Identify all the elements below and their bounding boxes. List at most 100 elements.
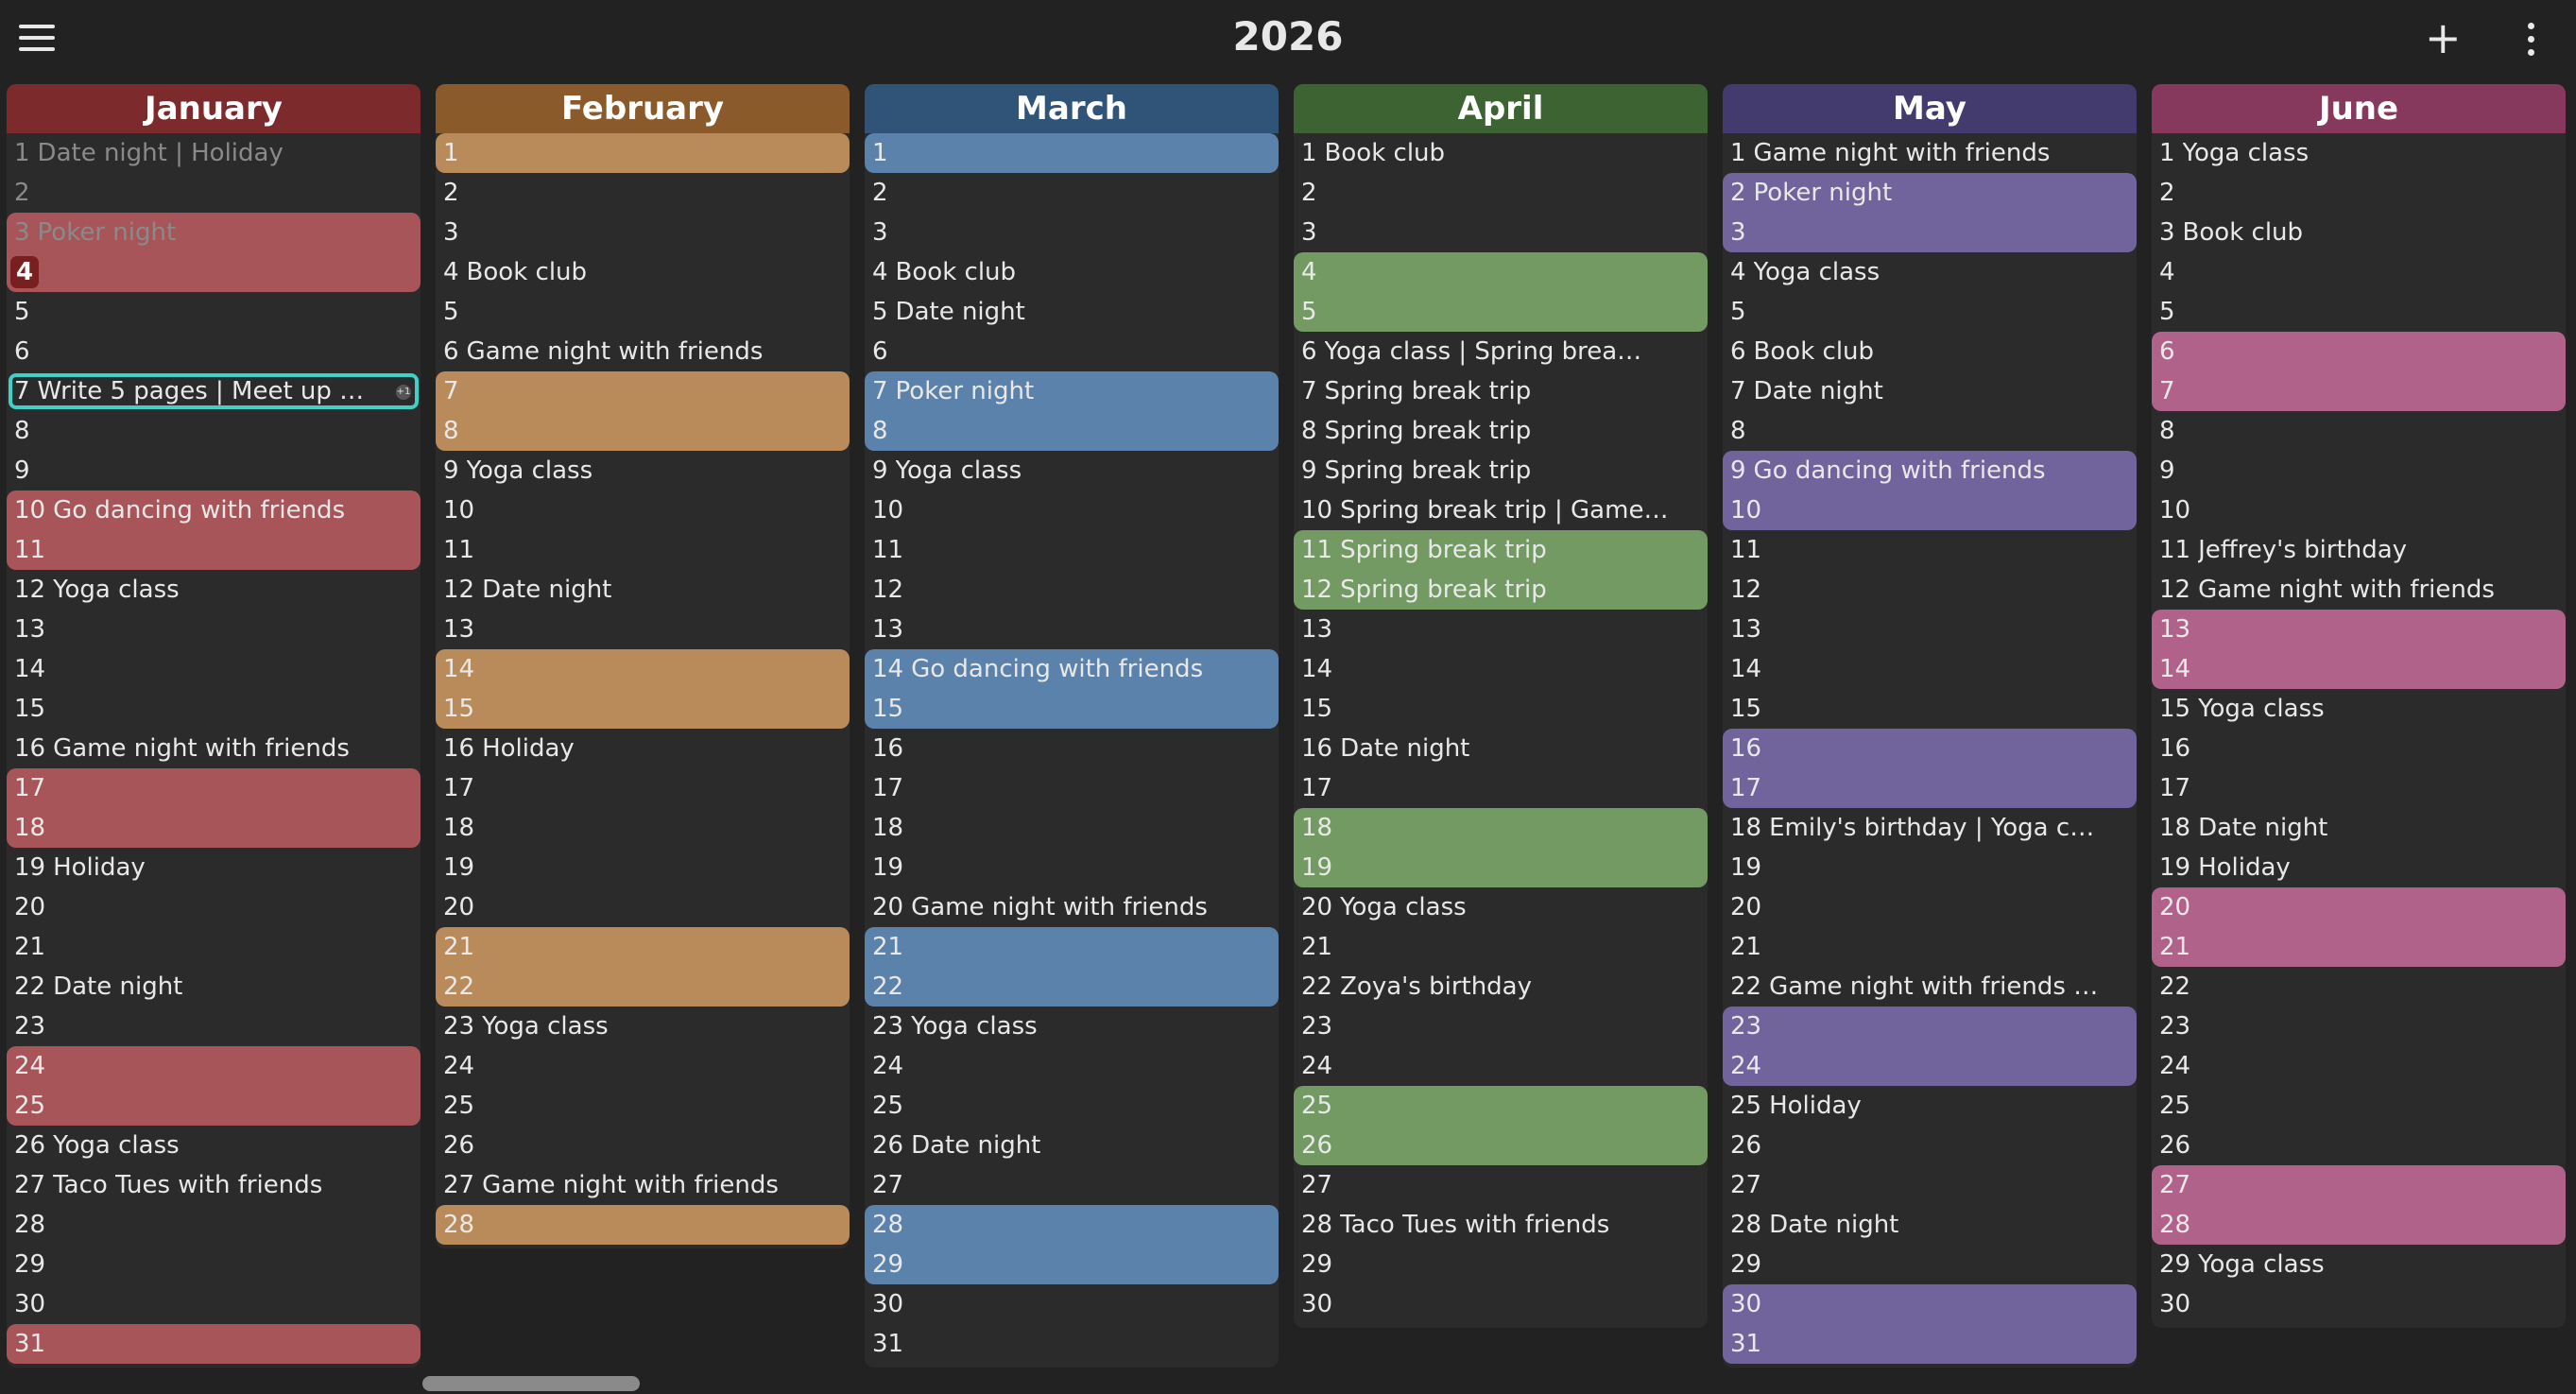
day-row[interactable]: 18: [7, 808, 421, 848]
day-row[interactable]: 30: [865, 1284, 1279, 1324]
day-row[interactable]: 25: [7, 1086, 421, 1126]
day-row[interactable]: 3: [1294, 213, 1708, 252]
day-row[interactable]: 25: [2152, 1086, 2566, 1126]
day-row[interactable]: 11: [865, 530, 1279, 570]
day-row[interactable]: 13: [1294, 610, 1708, 649]
day-row[interactable]: 24: [865, 1046, 1279, 1086]
day-row[interactable]: 21: [865, 927, 1279, 967]
day-row[interactable]: 15: [1723, 689, 2137, 729]
day-row[interactable]: 9 Spring break trip: [1294, 451, 1708, 490]
day-row[interactable]: 9: [2152, 451, 2566, 490]
day-row[interactable]: 5: [436, 292, 850, 332]
day-row[interactable]: 23: [7, 1007, 421, 1046]
day-row[interactable]: 19 Holiday: [2152, 848, 2566, 887]
day-row[interactable]: 20 Yoga class: [1294, 887, 1708, 927]
day-row[interactable]: 16 Holiday: [436, 729, 850, 768]
day-row[interactable]: 13: [865, 610, 1279, 649]
day-row[interactable]: 26: [436, 1126, 850, 1165]
day-row[interactable]: 16 Game night with friends: [7, 729, 421, 768]
day-row[interactable]: 15: [1294, 689, 1708, 729]
day-row[interactable]: 13: [2152, 610, 2566, 649]
day-row[interactable]: 26 Yoga class: [7, 1126, 421, 1165]
day-row[interactable]: 3: [436, 213, 850, 252]
day-row[interactable]: 6 Book club: [1723, 332, 2137, 371]
day-row[interactable]: 9 Yoga class: [865, 451, 1279, 490]
day-row[interactable]: 31: [1723, 1324, 2137, 1364]
day-row[interactable]: 4: [2152, 252, 2566, 292]
day-row[interactable]: 28 Taco Tues with friends: [1294, 1205, 1708, 1245]
day-row[interactable]: 8: [865, 411, 1279, 451]
day-row[interactable]: 4: [7, 252, 421, 292]
day-row[interactable]: 12 Game night with friends: [2152, 570, 2566, 610]
day-row[interactable]: 27 Game night with friends: [436, 1165, 850, 1205]
day-row[interactable]: 18 Emily's birthday | Yoga class: [1723, 808, 2137, 848]
day-row[interactable]: 22 Date night: [7, 967, 421, 1007]
day-row[interactable]: 13: [436, 610, 850, 649]
day-row[interactable]: 1 Yoga class: [2152, 133, 2566, 173]
day-row[interactable]: 14: [1723, 649, 2137, 689]
day-row[interactable]: 1: [436, 133, 850, 173]
day-row[interactable]: 21: [2152, 927, 2566, 967]
day-row[interactable]: 18: [436, 808, 850, 848]
day-row[interactable]: 6: [865, 332, 1279, 371]
day-row[interactable]: 26: [1294, 1126, 1708, 1165]
month-header[interactable]: February: [436, 84, 850, 133]
day-row[interactable]: 6 Yoga class | Spring break trip: [1294, 332, 1708, 371]
day-row[interactable]: 8 Spring break trip: [1294, 411, 1708, 451]
day-row[interactable]: 30: [7, 1284, 421, 1324]
day-row[interactable]: 16: [1723, 729, 2137, 768]
day-row[interactable]: 7 Write 5 pages | Meet up wi… +1: [7, 371, 421, 411]
day-row[interactable]: 1 Game night with friends: [1723, 133, 2137, 173]
day-row[interactable]: 1 Date night | Holiday: [7, 133, 421, 173]
day-row[interactable]: 22: [436, 967, 850, 1007]
day-row[interactable]: 30: [2152, 1284, 2566, 1324]
day-row[interactable]: 14 Go dancing with friends: [865, 649, 1279, 689]
day-row[interactable]: 8: [7, 411, 421, 451]
day-row[interactable]: 10: [436, 490, 850, 530]
day-row[interactable]: 22: [865, 967, 1279, 1007]
day-row[interactable]: 16 Date night: [1294, 729, 1708, 768]
day-row[interactable]: 5 Date night: [865, 292, 1279, 332]
day-row[interactable]: 7 Date night: [1723, 371, 2137, 411]
day-row[interactable]: 28 Date night: [1723, 1205, 2137, 1245]
day-row[interactable]: 25 Holiday: [1723, 1086, 2137, 1126]
horizontal-scrollbar[interactable]: [422, 1376, 640, 1391]
day-row[interactable]: 19: [1294, 848, 1708, 887]
day-row[interactable]: 14: [436, 649, 850, 689]
day-row[interactable]: 6: [7, 332, 421, 371]
day-row[interactable]: 20: [7, 887, 421, 927]
day-row[interactable]: 27: [2152, 1165, 2566, 1205]
day-row[interactable]: 29: [7, 1245, 421, 1284]
day-row[interactable]: 31: [865, 1324, 1279, 1364]
day-row[interactable]: 24: [436, 1046, 850, 1086]
day-row[interactable]: 15: [436, 689, 850, 729]
day-row[interactable]: 11 Spring break trip: [1294, 530, 1708, 570]
month-header[interactable]: May: [1723, 84, 2137, 133]
day-row[interactable]: 12 Spring break trip: [1294, 570, 1708, 610]
day-row[interactable]: 14: [2152, 649, 2566, 689]
day-row[interactable]: 5: [1723, 292, 2137, 332]
day-row[interactable]: 2: [1294, 173, 1708, 213]
day-row[interactable]: 20: [1723, 887, 2137, 927]
day-row[interactable]: 27 Taco Tues with friends: [7, 1165, 421, 1205]
day-row[interactable]: 17: [1723, 768, 2137, 808]
day-row[interactable]: 27: [1723, 1165, 2137, 1205]
day-row[interactable]: 21: [7, 927, 421, 967]
day-row[interactable]: 17: [1294, 768, 1708, 808]
day-row[interactable]: 17: [865, 768, 1279, 808]
day-row[interactable]: 23: [2152, 1007, 2566, 1046]
day-row[interactable]: 23: [1294, 1007, 1708, 1046]
day-row[interactable]: 8: [436, 411, 850, 451]
day-row[interactable]: 15 Yoga class: [2152, 689, 2566, 729]
day-row[interactable]: 9: [7, 451, 421, 490]
day-row[interactable]: 18: [1294, 808, 1708, 848]
day-row[interactable]: 20: [2152, 887, 2566, 927]
month-header[interactable]: January: [7, 84, 421, 133]
day-row[interactable]: 16: [2152, 729, 2566, 768]
day-row[interactable]: 7 Poker night: [865, 371, 1279, 411]
day-row[interactable]: 24: [7, 1046, 421, 1086]
day-row[interactable]: 10: [2152, 490, 2566, 530]
day-row[interactable]: 17: [2152, 768, 2566, 808]
day-row[interactable]: 9 Yoga class: [436, 451, 850, 490]
day-row[interactable]: 11 Jeffrey's birthday: [2152, 530, 2566, 570]
